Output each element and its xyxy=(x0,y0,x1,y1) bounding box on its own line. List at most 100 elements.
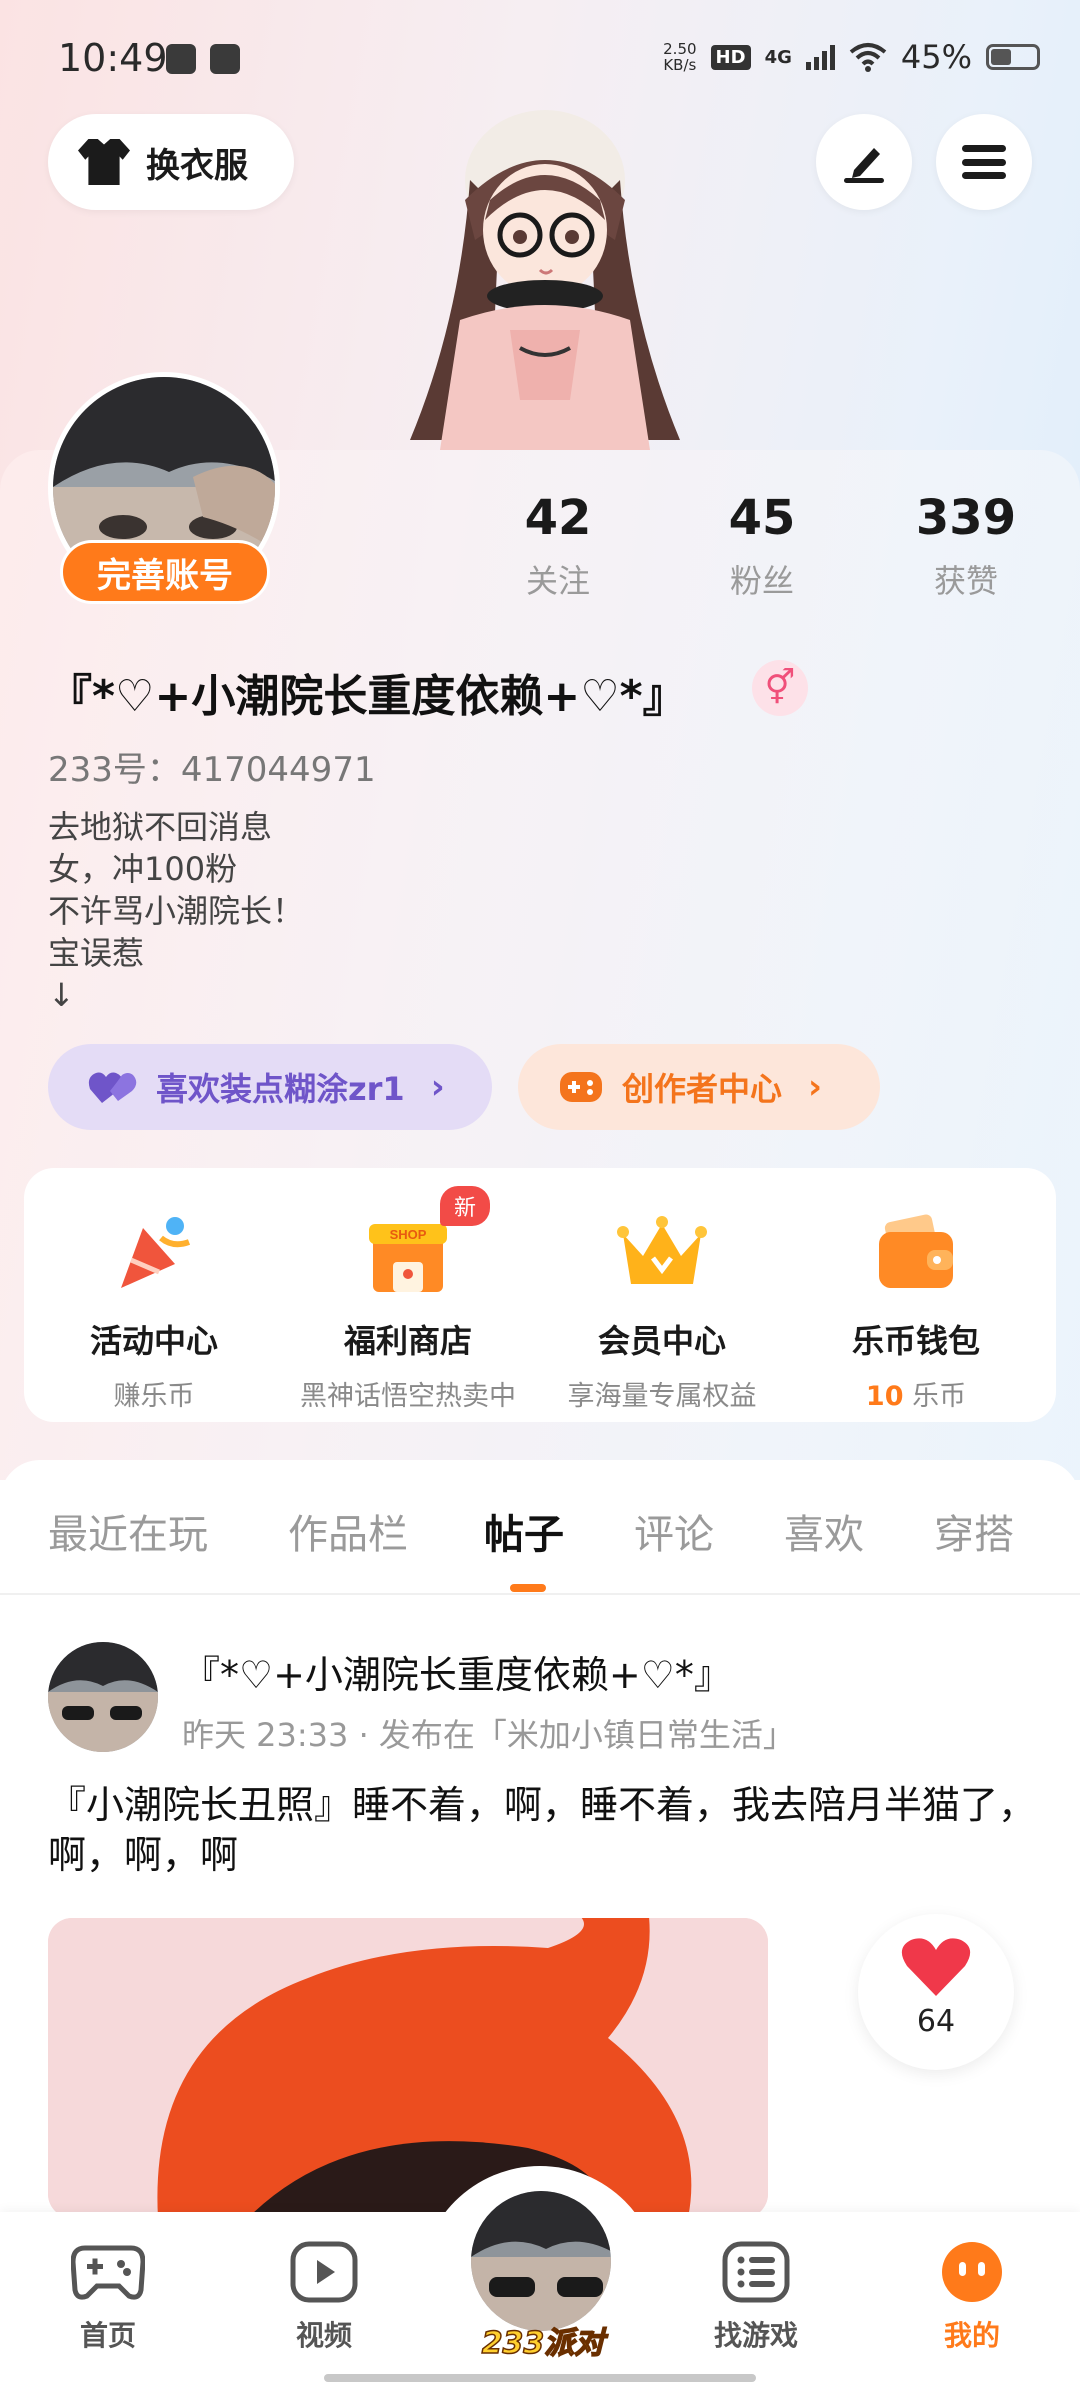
chevron-right-icon: › xyxy=(430,1067,445,1107)
post-image[interactable] xyxy=(48,1918,768,2218)
network-type: 4G xyxy=(764,46,792,68)
service-title: 会员中心 xyxy=(597,1322,726,1360)
stat-likes[interactable]: 339 获赞 xyxy=(886,490,1046,602)
bio-line: 去地狱不回消息 xyxy=(48,808,273,846)
service-title: 乐币钱包 xyxy=(851,1322,980,1360)
game-notification-icon xyxy=(166,44,196,74)
shop-sign-text: SHOP xyxy=(390,1227,427,1242)
service-member-center[interactable]: 会员中心 享海量专属权益 xyxy=(532,1208,792,1413)
nav-home[interactable]: 首页 xyxy=(38,2240,178,2354)
service-subtitle: 享海量专属权益 xyxy=(567,1381,757,1412)
wallet-balance: 10 乐币 xyxy=(786,1374,1046,1413)
double-heart-icon xyxy=(88,1072,137,1103)
likes-count: 339 xyxy=(915,490,1017,546)
following-label: 关注 xyxy=(525,562,590,600)
nav-find-games[interactable]: 找游戏 xyxy=(686,2240,826,2354)
hd-icon: HD xyxy=(710,44,751,70)
tab-outfits[interactable]: 穿搭 xyxy=(934,1502,1014,1560)
profile-bio: 去地狱不回消息 女，冲100粉 不许骂小潮院长！ 宝误惹 ↓ xyxy=(48,806,304,1016)
profile-tabs: 最近在玩 作品栏 帖子 评论 喜欢 穿搭 xyxy=(0,1460,1080,1595)
creator-center-label: 创作者中心 xyxy=(622,1070,783,1108)
shirt-icon xyxy=(78,139,130,185)
coin-balance-value: 10 xyxy=(865,1381,904,1412)
coin-balance-unit: 乐币 xyxy=(903,1381,967,1412)
change-outfit-button[interactable]: 换衣服 xyxy=(48,114,294,210)
complete-account-button[interactable]: 完善账号 xyxy=(60,540,270,604)
service-coin-wallet[interactable]: 乐币钱包 10 乐币 xyxy=(786,1208,1046,1413)
post-author-name[interactable]: 『*♡+小潮院长重度依赖+♡*』 xyxy=(182,1644,732,1699)
tab-likes[interactable]: 喜欢 xyxy=(784,1502,864,1560)
wifi-icon xyxy=(849,43,887,72)
stat-followers[interactable]: 45 粉丝 xyxy=(682,490,842,602)
signal-icon xyxy=(805,44,835,70)
menu-button[interactable] xyxy=(936,114,1032,210)
like-tag-label: 喜欢装点糊涂zr1 xyxy=(156,1070,405,1108)
profile-uid[interactable]: 233号：417044971 xyxy=(48,742,376,791)
tab-posts[interactable]: 帖子 xyxy=(484,1502,564,1560)
service-title: 福利商店 xyxy=(343,1322,472,1360)
nav-party-label[interactable]: 233派对 xyxy=(468,2318,618,2362)
tab-works[interactable]: 作品栏 xyxy=(288,1502,408,1560)
heart-icon xyxy=(901,1938,971,1996)
followers-label: 粉丝 xyxy=(729,562,794,600)
service-subtitle: 黑神话悟空热卖中 xyxy=(300,1381,516,1412)
bio-line: 不许骂小潮院长！ xyxy=(48,892,305,930)
battery-percent: 45% xyxy=(900,38,972,76)
gamepad-home-icon xyxy=(70,2245,146,2300)
likes-label: 获赞 xyxy=(933,562,998,600)
nav-video[interactable]: 视频 xyxy=(254,2240,394,2354)
like-tag-pill[interactable]: 喜欢装点糊涂zr1 › xyxy=(48,1044,492,1130)
post-author-avatar[interactable] xyxy=(48,1642,158,1752)
service-welfare-shop[interactable]: SHOP 福利商店 黑神话悟空热卖中 xyxy=(278,1208,538,1413)
home-indicator[interactable] xyxy=(324,2374,756,2382)
post-author-photo xyxy=(48,1642,158,1752)
stat-following[interactable]: 42 关注 xyxy=(478,490,638,602)
followers-count: 45 xyxy=(728,490,796,546)
crown-icon xyxy=(617,1216,707,1284)
chevron-right-icon: › xyxy=(808,1067,823,1107)
bio-line: 宝误惹 xyxy=(48,934,145,972)
change-outfit-label: 换衣服 xyxy=(146,145,248,186)
profile-nickname: 『*♡+小潮院长重度依赖+♡*』 xyxy=(48,671,687,722)
like-button[interactable]: 64 xyxy=(858,1914,1014,2070)
menu-icon xyxy=(962,145,1006,179)
pencil-icon xyxy=(844,148,884,183)
post-meta[interactable]: 昨天 23:33 · 发布在「米加小镇日常生活」 xyxy=(182,1710,795,1756)
nav-mine[interactable]: 我的 xyxy=(902,2240,1042,2354)
nav-mine-label: 我的 xyxy=(943,2319,1000,2352)
post-photo xyxy=(48,1918,768,2218)
bio-line: 女，冲100粉 xyxy=(48,850,238,888)
wallet-icon xyxy=(879,1214,953,1288)
post-text[interactable]: 『小潮院长丑照』睡不着，啊，睡不着，我去陪月半猫了，啊，啊，啊 xyxy=(48,1780,1038,1880)
service-subtitle: 赚乐币 xyxy=(113,1381,195,1412)
battery-icon xyxy=(986,44,1040,70)
edit-button[interactable] xyxy=(816,114,912,210)
net-speed-unit: KB/s xyxy=(663,56,697,74)
like-count: 64 xyxy=(916,2004,956,2039)
creator-center-pill[interactable]: 创作者中心 › xyxy=(518,1044,880,1130)
active-tab-indicator xyxy=(510,1584,546,1592)
party-popper-icon xyxy=(121,1217,191,1288)
smile-face-icon xyxy=(942,2242,1002,2302)
service-title: 活动中心 xyxy=(89,1322,218,1360)
list-icon xyxy=(722,2241,790,2303)
nav-video-label: 视频 xyxy=(295,2319,352,2352)
new-badge: 新 xyxy=(440,1186,491,1226)
gamepad-icon xyxy=(560,1072,602,1102)
net-speed: 2.50 KB/s xyxy=(663,41,696,73)
video-play-icon xyxy=(290,2241,358,2303)
nav-party-avatar[interactable] xyxy=(466,2186,616,2336)
status-time: 10:49 xyxy=(58,36,168,80)
service-activity-center[interactable]: 活动中心 赚乐币 xyxy=(24,1208,284,1413)
avatar-character[interactable] xyxy=(400,100,690,450)
nav-home-label: 首页 xyxy=(79,2319,136,2352)
flash-notification-icon xyxy=(210,44,240,74)
tab-comments[interactable]: 评论 xyxy=(634,1502,714,1560)
gender-icon: ⚥ xyxy=(752,660,808,716)
bio-line: ↓ xyxy=(48,976,75,1014)
services-card: 活动中心 赚乐币 SHOP 福利商店 黑神话悟空热卖中 新 会员中心 享海量专属… xyxy=(24,1168,1056,1422)
nav-find-games-label: 找游戏 xyxy=(713,2319,798,2352)
following-count: 42 xyxy=(524,490,592,546)
net-speed-value: 2.50 xyxy=(663,40,697,58)
tab-recently-played[interactable]: 最近在玩 xyxy=(48,1502,208,1560)
